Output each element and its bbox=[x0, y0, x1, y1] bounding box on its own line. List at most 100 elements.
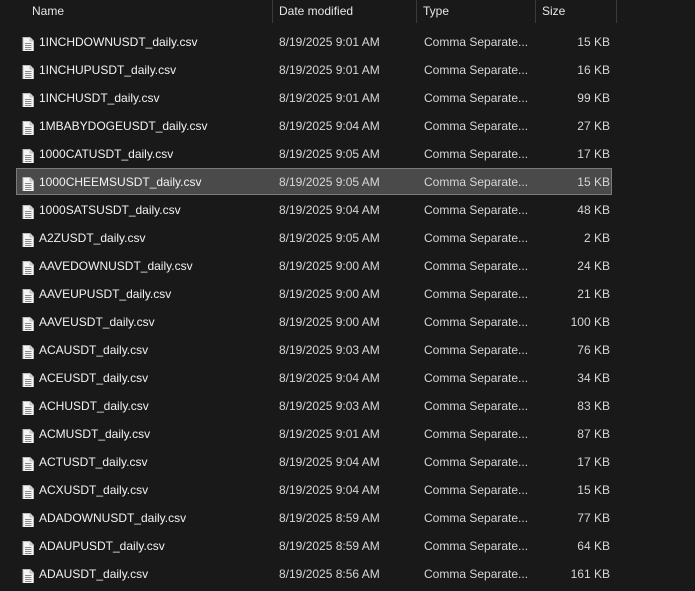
document-file-icon bbox=[22, 35, 34, 51]
file-date-modified: 8/19/2025 9:04 AM bbox=[279, 455, 380, 469]
document-file-icon bbox=[22, 455, 34, 471]
file-row[interactable]: ACXUSDT_daily.csv 8/19/2025 9:04 AM Comma … bbox=[16, 476, 612, 503]
file-name: AAVEDOWNUSDT_daily.csv bbox=[39, 259, 193, 273]
file-size: 87 KB bbox=[577, 427, 610, 441]
column-divider[interactable] bbox=[535, 0, 536, 23]
column-header-size[interactable]: Size bbox=[542, 0, 565, 23]
file-type: Comma Separate... bbox=[424, 203, 529, 217]
file-size: 76 KB bbox=[577, 343, 610, 357]
file-name: 1INCHUPUSDT_daily.csv bbox=[39, 63, 177, 77]
document-file-icon bbox=[22, 287, 34, 303]
document-file-icon bbox=[22, 371, 34, 387]
file-date-modified: 8/19/2025 9:01 AM bbox=[279, 35, 380, 49]
file-name: ACAUSDT_daily.csv bbox=[39, 343, 149, 357]
file-size: 15 KB bbox=[577, 483, 610, 497]
file-size: 17 KB bbox=[577, 147, 610, 161]
file-type: Comma Separate... bbox=[424, 343, 529, 357]
file-size: 64 KB bbox=[577, 539, 610, 553]
file-type: Comma Separate... bbox=[424, 455, 529, 469]
file-size: 34 KB bbox=[577, 371, 610, 385]
document-file-icon bbox=[22, 427, 34, 443]
column-header-name[interactable]: Name bbox=[32, 0, 64, 23]
file-row[interactable]: ACAUSDT_daily.csv 8/19/2025 9:03 AM Comma … bbox=[16, 336, 612, 363]
file-row[interactable]: AAVEUSDT_daily.csv 8/19/2025 9:00 AM Comma… bbox=[16, 308, 612, 335]
file-type: Comma Separate... bbox=[424, 63, 529, 77]
file-name: AAVEUPUSDT_daily.csv bbox=[39, 287, 172, 301]
file-type: Comma Separate... bbox=[424, 539, 529, 553]
file-row[interactable]: 1MBABYDOGEUSDT_daily.csv 8/19/2025 9:04 A… bbox=[16, 112, 612, 139]
file-name: 1000SATSUSDT_daily.csv bbox=[39, 203, 181, 217]
file-type: Comma Separate... bbox=[424, 427, 529, 441]
column-divider[interactable] bbox=[616, 0, 617, 23]
column-divider[interactable] bbox=[272, 0, 273, 23]
file-type: Comma Separate... bbox=[424, 399, 529, 413]
file-row[interactable]: AAVEDOWNUSDT_daily.csv 8/19/2025 9:00 AM C… bbox=[16, 252, 612, 279]
file-row[interactable]: 1000CATUSDT_daily.csv 8/19/2025 9:05 AM Co… bbox=[16, 140, 612, 167]
file-row[interactable]: ACHUSDT_daily.csv 8/19/2025 9:03 AM Comma … bbox=[16, 392, 612, 419]
file-row[interactable]: AAVEUPUSDT_daily.csv 8/19/2025 9:00 AM Com… bbox=[16, 280, 612, 307]
file-date-modified: 8/19/2025 9:05 AM bbox=[279, 175, 380, 189]
file-date-modified: 8/19/2025 9:05 AM bbox=[279, 231, 380, 245]
file-size: 83 KB bbox=[577, 399, 610, 413]
file-date-modified: 8/19/2025 9:01 AM bbox=[279, 91, 380, 105]
file-date-modified: 8/19/2025 9:04 AM bbox=[279, 371, 380, 385]
file-size: 21 KB bbox=[577, 287, 610, 301]
document-file-icon bbox=[22, 511, 34, 527]
file-type: Comma Separate... bbox=[424, 483, 529, 497]
document-file-icon bbox=[22, 567, 34, 583]
file-name: ACMUSDT_daily.csv bbox=[39, 427, 151, 441]
file-row[interactable]: ACTUSDT_daily.csv 8/19/2025 9:04 AM Comma … bbox=[16, 448, 612, 475]
file-row[interactable]: A2ZUSDT_daily.csv 8/19/2025 9:05 AM Comma … bbox=[16, 224, 612, 251]
file-name: ACTUSDT_daily.csv bbox=[39, 455, 148, 469]
file-size: 99 KB bbox=[577, 91, 610, 105]
column-divider[interactable] bbox=[416, 0, 417, 23]
file-size: 100 KB bbox=[570, 315, 610, 329]
file-size: 27 KB bbox=[577, 119, 610, 133]
file-date-modified: 8/19/2025 9:04 AM bbox=[279, 203, 380, 217]
document-file-icon bbox=[22, 203, 34, 219]
file-row[interactable]: ADADOWNUSDT_daily.csv 8/19/2025 8:59 AM Co… bbox=[16, 504, 612, 531]
file-type: Comma Separate... bbox=[424, 371, 529, 385]
file-type: Comma Separate... bbox=[424, 91, 529, 105]
file-row[interactable]: 1INCHDOWNUSDT_daily.csv 8/19/2025 9:01 AM… bbox=[16, 28, 612, 55]
document-file-icon bbox=[22, 343, 34, 359]
file-type: Comma Separate... bbox=[424, 35, 529, 49]
file-date-modified: 8/19/2025 9:04 AM bbox=[279, 119, 380, 133]
file-name: 1000CATUSDT_daily.csv bbox=[39, 147, 174, 161]
file-name: 1INCHDOWNUSDT_daily.csv bbox=[39, 35, 198, 49]
file-type: Comma Separate... bbox=[424, 567, 529, 581]
file-date-modified: 8/19/2025 9:01 AM bbox=[279, 427, 380, 441]
file-size: 15 KB bbox=[577, 175, 610, 189]
file-date-modified: 8/19/2025 9:00 AM bbox=[279, 287, 380, 301]
file-date-modified: 8/19/2025 8:59 AM bbox=[279, 539, 380, 553]
file-row[interactable]: 1INCHUPUSDT_daily.csv 8/19/2025 9:01 AM Co… bbox=[16, 56, 612, 83]
document-file-icon bbox=[22, 399, 34, 415]
file-name: 1000CHEEMSUSDT_daily.csv bbox=[39, 175, 202, 189]
column-header-date-modified[interactable]: Date modified bbox=[279, 0, 353, 23]
file-row[interactable]: 1INCHUSDT_daily.csv 8/19/2025 9:01 AM Comm… bbox=[16, 84, 612, 111]
file-row[interactable]: ADAUSDT_daily.csv 8/19/2025 8:56 AM Comma … bbox=[16, 560, 612, 587]
file-name: ADADOWNUSDT_daily.csv bbox=[39, 511, 187, 525]
file-row[interactable]: ADAUPUSDT_daily.csv 8/19/2025 8:59 AM Comm… bbox=[16, 532, 612, 559]
file-size: 15 KB bbox=[577, 35, 610, 49]
file-name: 1INCHUSDT_daily.csv bbox=[39, 91, 160, 105]
file-row[interactable]: 1000SATSUSDT_daily.csv 8/19/2025 9:04 AM C… bbox=[16, 196, 612, 223]
file-size: 2 KB bbox=[583, 231, 610, 245]
document-file-icon bbox=[22, 119, 34, 135]
document-file-icon bbox=[22, 539, 34, 555]
file-row[interactable]: ACMUSDT_daily.csv 8/19/2025 9:01 AM Comma … bbox=[16, 420, 612, 447]
file-date-modified: 8/19/2025 9:00 AM bbox=[279, 259, 380, 273]
document-file-icon bbox=[22, 315, 34, 331]
file-date-modified: 8/19/2025 8:59 AM bbox=[279, 511, 380, 525]
file-type: Comma Separate... bbox=[424, 511, 529, 525]
document-file-icon bbox=[22, 147, 34, 163]
file-size: 161 KB bbox=[570, 567, 610, 581]
file-date-modified: 8/19/2025 8:56 AM bbox=[279, 567, 380, 581]
file-date-modified: 8/19/2025 9:00 AM bbox=[279, 315, 380, 329]
file-type: Comma Separate... bbox=[424, 287, 529, 301]
file-row[interactable]: 1000CHEEMSUSDT_daily.csv 8/19/2025 9:05 A… bbox=[16, 168, 612, 195]
file-row[interactable]: ACEUSDT_daily.csv 8/19/2025 9:04 AM Comma … bbox=[16, 364, 612, 391]
file-type: Comma Separate... bbox=[424, 119, 529, 133]
column-header-type[interactable]: Type bbox=[423, 0, 449, 23]
document-file-icon bbox=[22, 259, 34, 275]
